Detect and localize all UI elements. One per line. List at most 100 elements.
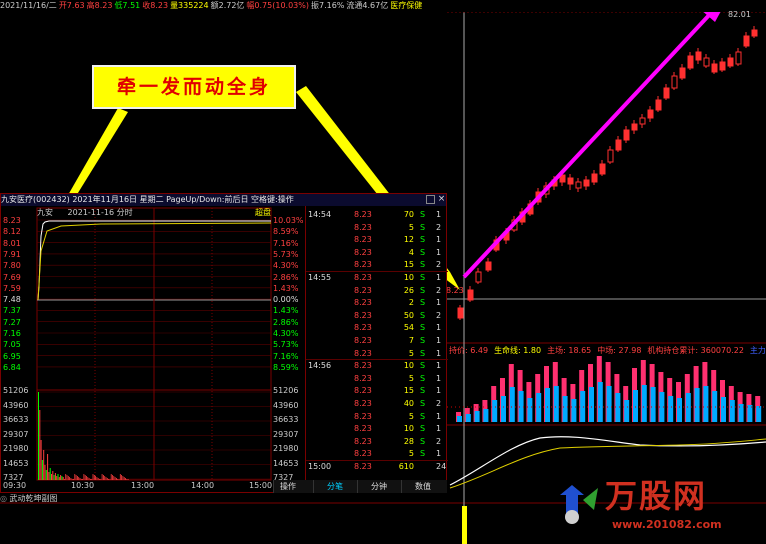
panel-restore-button[interactable] bbox=[426, 195, 435, 204]
tick-price: 8.23 bbox=[354, 210, 372, 219]
price-label: 7.48 bbox=[3, 295, 21, 305]
tick-count: 1 bbox=[436, 247, 442, 257]
indicator-bar-blue bbox=[756, 406, 762, 422]
tick-price: 8.23 bbox=[354, 462, 372, 471]
tick-row: 14:56 8.23 10 S 1 bbox=[306, 361, 446, 371]
tick-side: S bbox=[420, 361, 426, 371]
tick-side: S bbox=[420, 298, 426, 308]
tab-1[interactable]: 分笔 bbox=[313, 480, 356, 493]
tab-0[interactable]: 操作 bbox=[273, 480, 302, 493]
price-label: 8.01 bbox=[3, 238, 21, 248]
volume-bar bbox=[47, 454, 49, 480]
tick-row: 8.23 5 S 1 bbox=[306, 449, 446, 459]
candle bbox=[751, 29, 758, 37]
subtitle-date: 2021-11-16 分时 bbox=[67, 208, 133, 217]
tick-side: S bbox=[420, 348, 426, 358]
panel-title[interactable]: 九安医疗(002432) 2021年11月16日 星期二 PageUp/Down… bbox=[1, 194, 446, 206]
tick-price: 8.23 bbox=[354, 361, 372, 371]
tick-price: 8.23 bbox=[354, 235, 372, 245]
indicator-bar-blue bbox=[457, 416, 462, 422]
candle bbox=[583, 179, 590, 187]
volume-bar bbox=[43, 450, 45, 480]
volume-label: 51206 bbox=[3, 386, 29, 395]
tick-row: 8.23 5 S 2 bbox=[306, 223, 446, 233]
tick-row: 8.23 4 S 1 bbox=[306, 248, 446, 258]
trend-arrow bbox=[462, 10, 714, 279]
quote-field: 额2.72亿 bbox=[210, 1, 245, 10]
candle bbox=[567, 177, 574, 185]
watermark-coin-icon bbox=[565, 510, 579, 524]
indicator-bar-blue bbox=[501, 396, 506, 422]
percent-label: 4.30% bbox=[273, 329, 299, 338]
indicator-bar-blue bbox=[545, 388, 550, 422]
intraday-panel[interactable]: 九安医疗(002432) 2021年11月16日 星期二 PageUp/Down… bbox=[0, 193, 448, 493]
candle bbox=[679, 67, 686, 79]
volume-bar bbox=[41, 460, 43, 480]
percent-label: 2.86% bbox=[273, 317, 299, 327]
quote-field: 2021/11/16/二 bbox=[0, 1, 57, 10]
percent-label: 8.59% bbox=[273, 362, 299, 372]
percent-label: 1.43% bbox=[273, 283, 299, 293]
candle bbox=[711, 63, 718, 73]
quote-field: 量335224 bbox=[170, 1, 209, 10]
indicator-field: 生命线: 1.80 bbox=[494, 346, 542, 355]
tick-side: S bbox=[420, 273, 426, 282]
volume-bar bbox=[44, 465, 46, 480]
volume-bar bbox=[38, 392, 39, 480]
indicator-bar-blue bbox=[712, 391, 718, 422]
indicator-field: 中场: 27.98 bbox=[597, 346, 642, 355]
tick-row: 8.23 15 S 1 bbox=[306, 386, 446, 396]
indicator-bar-blue bbox=[589, 387, 594, 422]
volume-bar bbox=[40, 440, 42, 480]
tick-side: S bbox=[420, 235, 426, 245]
tick-volume: 7 bbox=[408, 336, 414, 345]
indicator-bar-blue bbox=[668, 396, 674, 422]
tick-count: 1 bbox=[436, 424, 442, 434]
indicator-field: 主场: 18.65 bbox=[547, 346, 592, 355]
tick-count: 1 bbox=[436, 210, 442, 219]
tick-time: 14:55 bbox=[308, 273, 332, 282]
volume-label: 43960 bbox=[273, 400, 299, 410]
indicator-bar-blue bbox=[562, 396, 568, 422]
volume-bar bbox=[54, 473, 56, 480]
tab-2[interactable]: 分钟 bbox=[357, 480, 400, 493]
tick-side: S bbox=[420, 285, 426, 295]
tick-volume: 5 bbox=[408, 348, 414, 358]
tick-count: 2 bbox=[436, 310, 442, 320]
candle bbox=[575, 181, 582, 189]
callout-text: 牵一发而动全身 bbox=[116, 76, 271, 98]
percent-label: 4.30% bbox=[273, 261, 299, 271]
candle bbox=[695, 51, 702, 61]
indicator-bar-blue bbox=[492, 400, 498, 422]
tick-count: 1 bbox=[436, 323, 442, 333]
subchart-icon: ◎ bbox=[0, 494, 10, 503]
quote-field: 医疗保健 bbox=[390, 1, 423, 10]
tick-volume: 5 bbox=[408, 411, 414, 421]
tick-volume: 28 bbox=[403, 436, 414, 446]
tab-3[interactable]: 数值 bbox=[401, 480, 444, 493]
tick-row: 8.23 40 S 2 bbox=[306, 399, 446, 409]
tick-volume: 50 bbox=[403, 310, 414, 320]
tick-list[interactable]: 14:54 8.23 70 S 1 8.23 5 S 2 8.23 12 S 1 8.23 4 S 1 8.23 1… bbox=[305, 206, 448, 480]
tick-count: 1 bbox=[436, 298, 442, 308]
tick-row: 8.23 2 S 1 bbox=[306, 298, 446, 308]
price-label: 8.12 bbox=[3, 227, 21, 237]
price-label: 7.80 bbox=[3, 261, 21, 271]
price-label: 7.69 bbox=[3, 272, 21, 282]
tick-price: 8.23 bbox=[354, 336, 372, 345]
candle bbox=[647, 109, 654, 119]
price-label: 7.91 bbox=[3, 249, 21, 259]
tick-count: 1 bbox=[436, 373, 442, 383]
percent-label: 0.00% bbox=[273, 295, 299, 305]
panel-close-button[interactable]: × bbox=[437, 194, 446, 205]
watermark-logo: 万股网 bbox=[605, 477, 708, 515]
indicator-bar-blue bbox=[685, 393, 691, 422]
price-label: 7.37 bbox=[3, 306, 21, 316]
tick-price: 8.23 bbox=[354, 373, 372, 383]
percent-label: 8.59% bbox=[273, 227, 299, 237]
indicator-bar-blue bbox=[747, 405, 753, 422]
tick-count: 2 bbox=[436, 399, 442, 408]
watermark-url: www.201082.com bbox=[612, 518, 722, 531]
candle bbox=[663, 87, 670, 99]
tick-volume: 26 bbox=[403, 285, 414, 295]
